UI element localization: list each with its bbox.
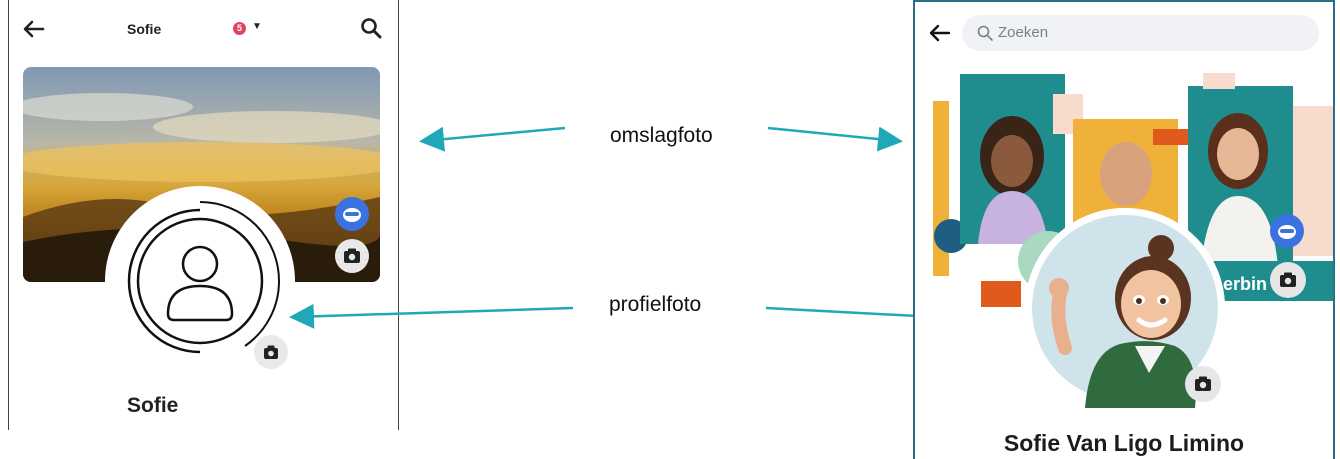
cover-arrow-right	[767, 126, 903, 152]
profile-photo-label: profielfoto	[609, 293, 702, 316]
camera-icon	[1195, 376, 1211, 391]
avatar-button[interactable]	[1270, 214, 1304, 248]
camera-icon	[1280, 272, 1296, 287]
profile-name: Sofie Van Ligo Limino	[1003, 430, 1245, 456]
cover-partial-text: erbin	[1223, 274, 1267, 294]
back-arrow-icon[interactable]	[927, 20, 953, 46]
profile-arrow-left	[289, 303, 574, 329]
cover-camera-button[interactable]	[1270, 262, 1306, 298]
profile-camera-button[interactable]	[1185, 366, 1221, 402]
search-icon	[977, 25, 993, 41]
avatar-icon	[1278, 225, 1296, 239]
cover-arrow-left	[419, 126, 566, 152]
search-placeholder: Zoeken	[998, 24, 1049, 41]
right-phone-screen: Zoeken erbin Sofie Van Ligo Limino	[913, 0, 1335, 459]
search-input[interactable]: Zoeken	[962, 15, 1319, 51]
cover-photo-label: omslagfoto	[610, 124, 713, 147]
